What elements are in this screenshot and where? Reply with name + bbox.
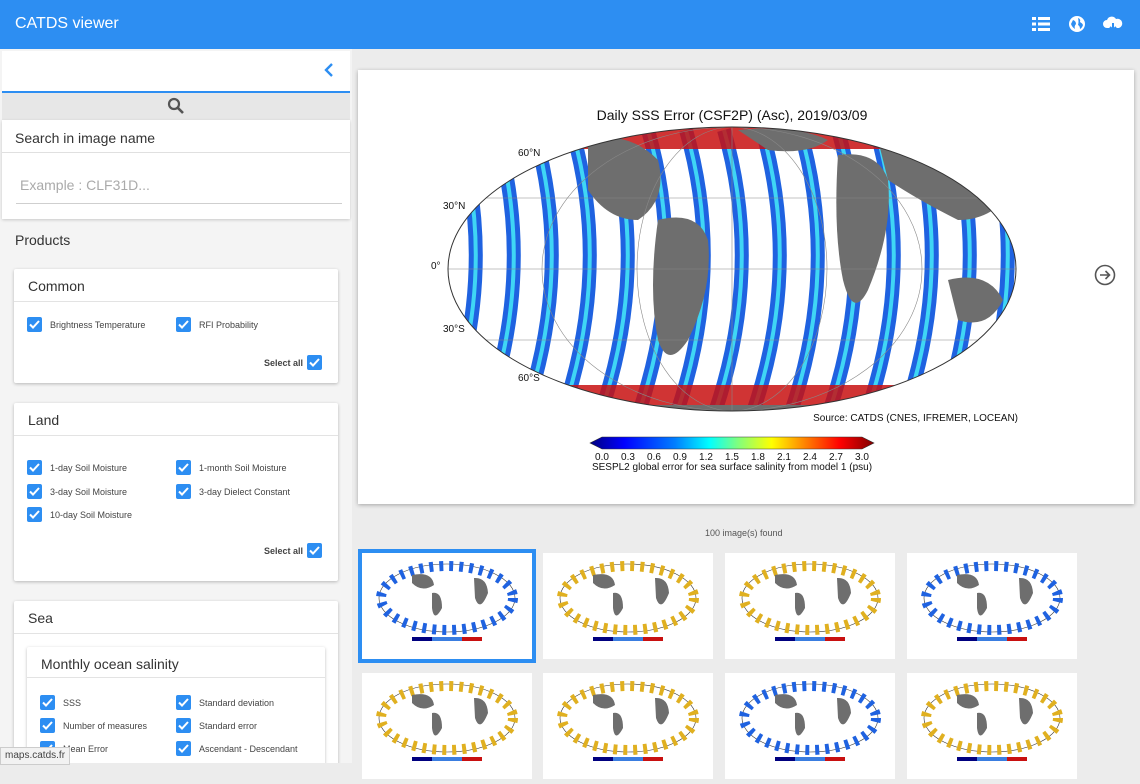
checkbox-checked-icon [176,317,191,332]
checkbox-checked-icon [27,317,42,332]
select-all-common[interactable]: Select all [264,355,322,370]
divider [2,152,350,153]
thumbnail-image[interactable] [907,673,1077,779]
sidebar-collapse-bar [2,51,350,93]
subgroup-monthly-ocean-salinity: Monthly ocean salinity SSS Standard devi… [27,647,325,763]
top-bar: CATDS viewer [0,0,1140,49]
group-title: Common [28,278,85,294]
checkbox-checked-icon [40,718,55,733]
checkbox-checked-icon [176,460,191,475]
checkbox-checked-icon [27,507,42,522]
thumbnail-image[interactable] [725,553,895,659]
checkbox-checked-icon [176,741,191,756]
checkbox-checked-icon [27,484,42,499]
checkbox-checked-icon [176,484,191,499]
lat-label: 30°S [443,324,465,335]
checkbox-sss[interactable]: SSS [40,695,81,710]
checkbox-checked-icon [176,718,191,733]
products-label: Products [15,232,71,248]
checkbox-checked-icon [307,355,322,370]
colorbar [589,436,875,450]
checkbox-3-day-dielect-constant[interactable]: 3-day Dielect Constant [176,484,290,499]
thumbnail-image[interactable] [362,673,532,779]
colorbar-label: SESPL2 global error for sea surface sali… [592,462,872,473]
group-sea: Sea Monthly ocean salinity SSS Standard … [14,601,338,763]
checkbox-standard-deviation[interactable]: Standard deviation [176,695,274,710]
checkbox-brightness-temperature[interactable]: Brightness Temperature [27,317,145,332]
checkbox-1-day-soil-moisture[interactable]: 1-day Soil Moisture [27,460,127,475]
group-header: Land [14,403,338,436]
group-title: Sea [28,610,53,626]
checkbox-3-day-soil-moisture[interactable]: 3-day Soil Moisture [27,484,127,499]
thumbnail-image[interactable] [907,553,1077,659]
lat-label: 60°S [518,373,540,384]
sidebar: Search in image name Products Common Bri… [0,49,352,763]
thumbnail-image[interactable] [543,553,713,659]
status-url: maps.catds.fr [0,747,71,765]
search-panel: Search in image name [2,120,350,219]
group-land: Land 1-day Soil Moisture 1-month Soil Mo… [14,403,338,581]
search-toggle[interactable] [2,93,350,120]
lat-label: 0° [431,261,441,272]
subgroup-title: Monthly ocean salinity [41,656,179,672]
lat-label: 60°N [518,148,540,159]
cloud-download-icon[interactable] [1102,13,1124,35]
arrow-right-circle-icon[interactable] [1094,264,1116,286]
map-source: Source: CATDS (CNES, IFREMER, LOCEAN) [813,413,1018,424]
map-title: Daily SSS Error (CSF2P) (Asc), 2019/03/0… [597,107,868,123]
search-label: Search in image name [15,130,156,146]
group-header: Common [14,269,338,302]
chevron-left-icon[interactable] [322,62,336,78]
checkbox-ascendant-descendant[interactable]: Ascendant - Descendant [176,741,298,756]
list-icon[interactable] [1030,13,1052,35]
checkbox-1-month-soil-moisture[interactable]: 1-month Soil Moisture [176,460,287,475]
checkbox-checked-icon [40,695,55,710]
checkbox-standard-error[interactable]: Standard error [176,718,257,733]
images-found-count: 100 image(s) found [705,528,783,538]
thumbnail-image[interactable] [725,673,895,779]
checkbox-10-day-soil-moisture[interactable]: 10-day Soil Moisture [27,507,132,522]
thumbnail-image[interactable] [358,549,536,663]
search-input[interactable] [16,167,342,204]
thumbnail-image[interactable] [543,673,713,779]
image-viewer: Daily SSS Error (CSF2P) (Asc), 2019/03/0… [358,70,1134,504]
checkbox-number-of-measures[interactable]: Number of measures [40,718,147,733]
lat-label: 30°N [443,201,465,212]
app-title: CATDS viewer [15,15,119,32]
globe-icon[interactable] [1066,13,1088,35]
top-toolbar [1030,13,1124,35]
checkbox-checked-icon [176,695,191,710]
subgroup-header: Monthly ocean salinity [27,647,325,678]
group-common: Common Brightness Temperature RFI Probab… [14,269,338,383]
group-header: Sea [14,601,338,634]
select-all-land[interactable]: Select all [264,543,322,558]
group-title: Land [28,412,60,428]
search-icon [167,97,184,114]
checkbox-checked-icon [307,543,322,558]
checkbox-checked-icon [27,460,42,475]
checkbox-rfi-probability[interactable]: RFI Probability [176,317,258,332]
sss-error-map: Daily SSS Error (CSF2P) (Asc), 2019/03/0… [431,107,1018,473]
